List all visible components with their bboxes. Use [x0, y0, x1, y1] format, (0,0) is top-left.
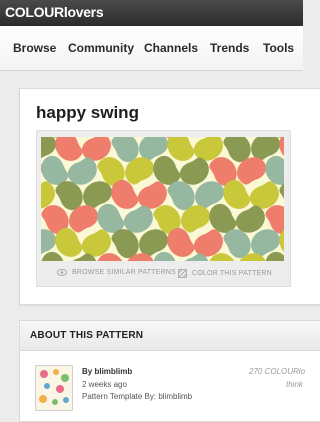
nav-community[interactable]: Community [68, 41, 134, 55]
author-line: By blimblimb [82, 367, 132, 376]
about-header: ABOUT THIS PATTERN [20, 321, 320, 351]
thumbnail-image [36, 366, 72, 410]
eye-icon [57, 269, 67, 276]
main-nav: Browse Community Channels Trends Tools [0, 26, 303, 71]
browse-similar-link[interactable]: BROWSE SIMILAR PATTERNS [57, 269, 176, 276]
about-panel: ABOUT THIS PATTERN By blimblimb 2 weeks … [19, 320, 320, 422]
hatch-icon [178, 269, 187, 278]
pattern-swatch [41, 137, 284, 261]
right-note: think [286, 380, 303, 389]
pattern-card: happy swing BROWSE SIMILAR PATTERNS COLO… [19, 88, 320, 305]
site-logo[interactable]: COLOURlovers [5, 4, 104, 20]
about-title: ABOUT THIS PATTERN [30, 330, 144, 341]
author-link[interactable]: blimblimb [94, 367, 132, 376]
nav-tools[interactable]: Tools [263, 41, 294, 55]
top-bar: COLOURlovers [0, 0, 303, 26]
pattern-actions: BROWSE SIMILAR PATTERNS COLOR THIS PATTE… [37, 265, 290, 283]
color-this-label: COLOR THIS PATTERN [192, 270, 272, 277]
pattern-frame: BROWSE SIMILAR PATTERNS COLOR THIS PATTE… [36, 130, 291, 287]
nav-channels[interactable]: Channels [144, 41, 198, 55]
nav-browse[interactable]: Browse [13, 41, 56, 55]
pattern-thumbnail[interactable] [35, 365, 73, 411]
nav-trends[interactable]: Trends [210, 41, 249, 55]
posted-date: 2 weeks ago [82, 380, 127, 389]
color-this-link[interactable]: COLOR THIS PATTERN [178, 269, 272, 278]
loves-count: 270 COLOURlo [249, 367, 306, 376]
pattern-image[interactable] [41, 137, 284, 261]
browse-similar-label: BROWSE SIMILAR PATTERNS [72, 269, 176, 276]
by-label: By [82, 367, 93, 376]
pattern-title: happy swing [36, 103, 139, 122]
